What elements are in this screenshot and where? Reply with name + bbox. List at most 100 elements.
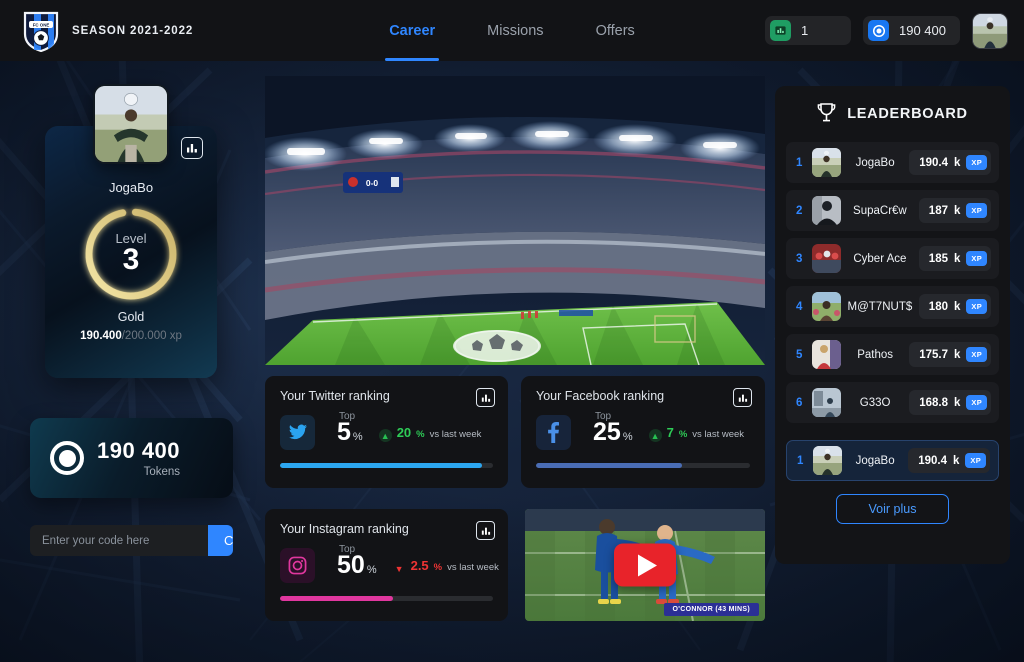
player-stats-button[interactable] — [181, 137, 203, 159]
bar-chart-icon — [481, 527, 490, 535]
score-value: 168.8 — [919, 396, 948, 409]
player-card: JogaBo Level 3 Gold 190.400/200.000 xp — [45, 84, 217, 378]
leaderboard-row-current-user[interactable]: 1 JogaBo 190.4 k XP — [786, 440, 999, 481]
player-score: 187 k XP — [918, 198, 991, 223]
leaderboard-row-6[interactable]: 6 G33O 168.8 k XP — [786, 382, 999, 423]
facebook-delta-value: 7 — [666, 424, 674, 440]
twitter-ranking-card: Your Twitter ranking Top 5% ▲ 20% vs las… — [265, 376, 508, 488]
play-button-icon[interactable] — [614, 543, 676, 587]
instagram-card-title: Your Instagram ranking — [280, 522, 409, 536]
xp-badge: XP — [966, 347, 987, 362]
twitter-delta-note: vs last week — [429, 428, 482, 440]
score-unit: k — [953, 156, 961, 169]
instagram-stats-button[interactable] — [476, 521, 495, 540]
score-unit: k — [953, 300, 961, 313]
player-xp: 190.400/200.000 xp — [45, 330, 217, 342]
arrow-up-icon: ▲ — [648, 429, 662, 443]
leaderboard-row-1[interactable]: 1 JogaBo 190.4 k XP — [786, 142, 999, 183]
twitter-rank-value-group: Top 5% — [337, 411, 363, 445]
player-avatar — [812, 292, 841, 321]
nav-item-offers[interactable]: Offers — [596, 0, 635, 61]
player-name: Cyber Ace — [853, 252, 907, 265]
see-more-button[interactable]: Voir plus — [836, 494, 949, 524]
promo-code-input[interactable] — [30, 525, 208, 556]
video-caption: O'CONNOR (43 MINS) — [663, 603, 759, 616]
player-score: 190.4 k XP — [908, 448, 990, 473]
stadium-scoreboard: 0-0 — [343, 172, 403, 193]
instagram-delta-group: ▼ 2.5% vs last week — [393, 558, 499, 574]
instagram-progress-fill — [280, 596, 393, 601]
level-progress-ring: Level 3 — [79, 202, 183, 306]
level-label-group: Level 3 — [79, 202, 183, 306]
confirm-button[interactable]: Confirm — [208, 525, 233, 556]
instagram-ranking-card: Your Instagram ranking Top 50% ▼ 2.5% vs… — [265, 509, 508, 621]
tokens-amount: 190 400 — [97, 438, 181, 463]
player-score: 190.4 k XP — [909, 150, 991, 175]
instagram-delta-value: 2.5 — [410, 557, 429, 573]
player-name: SupaCr€w — [853, 204, 907, 217]
twitter-card-title: Your Twitter ranking — [280, 389, 390, 403]
instagram-rank-unit: % — [366, 564, 377, 576]
player-name: Pathos — [857, 348, 893, 361]
score-unit: k — [952, 454, 960, 467]
twitter-delta-value: 20 — [396, 424, 412, 440]
player-score: 168.8 k XP — [909, 390, 991, 415]
player-name: JogaBo — [855, 156, 895, 169]
player-score: 185 k XP — [918, 246, 991, 271]
instagram-icon — [280, 548, 315, 583]
token-ring-icon — [50, 441, 84, 475]
score-unit: k — [953, 204, 961, 217]
facebook-rank-unit: % — [622, 431, 633, 443]
rank-number: 3 — [796, 252, 803, 265]
player-name: M@T7NUT$ — [847, 300, 913, 313]
tokens-card: 190 400 Tokens — [30, 418, 233, 498]
score-unit: k — [953, 348, 961, 361]
facebook-delta-group: ▲ 7% vs last week — [648, 424, 745, 443]
leaderboard-row-5[interactable]: 5 Pathos 175.7 k XP — [786, 334, 999, 375]
twitter-stats-button[interactable] — [476, 388, 495, 407]
leaderboard-row-3[interactable]: 3 Cyber Ace 185 k XP — [786, 238, 999, 279]
facebook-icon — [536, 415, 571, 450]
facebook-delta-note: vs last week — [692, 428, 745, 440]
score-value: 190.4 — [918, 454, 947, 467]
leaderboard-panel: LEADERBOARD 1 JogaBo 190.4 k XP 2 SupaCr… — [775, 86, 1010, 564]
instagram-top-label: Top — [339, 544, 356, 555]
play-triangle — [638, 554, 657, 576]
rank-number: 5 — [796, 348, 803, 361]
facebook-stats-button[interactable] — [733, 388, 752, 407]
player-score: 175.7 k XP — [909, 342, 991, 367]
top-navigation-bar: FC ONE SEASON 2021-2022 Career Missions … — [0, 0, 1024, 61]
instagram-delta-note: vs last week — [447, 561, 499, 573]
instagram-progress-bar — [280, 596, 493, 601]
token-ring-center — [58, 449, 76, 467]
rank-number: 4 — [796, 300, 803, 313]
facebook-card-title: Your Facebook ranking — [536, 389, 665, 403]
xp-badge: XP — [966, 299, 987, 314]
stadium-image: 0-0 — [265, 76, 765, 365]
xp-badge: XP — [966, 395, 987, 410]
bar-chart-icon — [738, 394, 747, 402]
xp-badge: XP — [966, 155, 987, 170]
nav-item-missions[interactable]: Missions — [487, 0, 543, 61]
instagram-rank-value: 50 — [337, 551, 365, 579]
player-avatar — [813, 446, 842, 475]
rank-number: 6 — [796, 396, 803, 409]
facebook-rank-value-group: Top 25% — [593, 411, 633, 445]
twitter-icon — [280, 415, 315, 450]
xp-max: /200.000 xp — [121, 330, 182, 342]
score-unit: k — [953, 396, 961, 409]
leaderboard-title: LEADERBOARD — [847, 106, 968, 122]
player-avatar — [812, 148, 841, 177]
facebook-progress-bar — [536, 463, 750, 468]
facebook-ranking-card: Your Facebook ranking Top 25% ▲ 7% vs la… — [521, 376, 765, 488]
leaderboard-row-4[interactable]: 4 M@T7NUT$ 180 k XP — [786, 286, 999, 327]
video-highlight-card[interactable]: O'CONNOR (43 MINS) — [525, 509, 765, 621]
main-nav: Career Missions Offers — [0, 0, 1024, 61]
instagram-rank-value-group: Top 50% — [337, 544, 377, 579]
nav-item-career[interactable]: Career — [385, 0, 440, 61]
leaderboard-row-2[interactable]: 2 SupaCr€w 187 k XP — [786, 190, 999, 231]
xp-current: 190.400 — [80, 330, 122, 342]
player-avatar — [812, 340, 841, 369]
arrow-down-icon: ▼ — [394, 563, 404, 574]
header-avatar[interactable] — [972, 12, 1008, 49]
